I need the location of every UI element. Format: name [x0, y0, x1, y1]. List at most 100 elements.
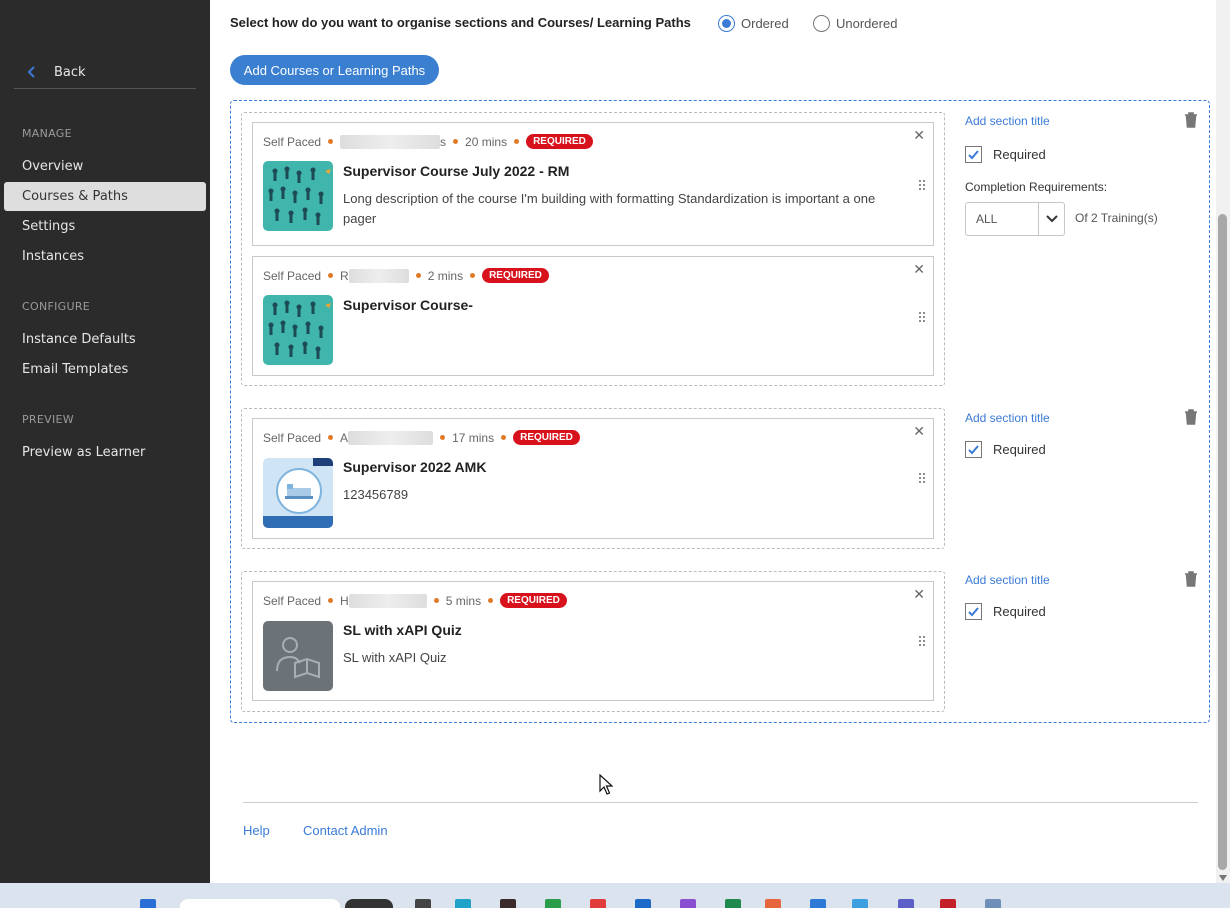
- author-head: H: [340, 593, 349, 608]
- windows-start-icon[interactable]: [140, 899, 156, 908]
- trash-icon[interactable]: [1184, 409, 1198, 425]
- checkbox-checked-icon[interactable]: [965, 603, 982, 620]
- required-checkbox[interactable]: Required: [965, 146, 1046, 163]
- course-card-4[interactable]: Self Paced H 5 mins REQUIRED SL with xAP…: [252, 581, 934, 701]
- course-title[interactable]: Supervisor 2022 AMK: [343, 459, 486, 475]
- drag-handle-icon[interactable]: [917, 635, 927, 647]
- drag-handle-icon[interactable]: [917, 311, 927, 323]
- back-label: Back: [54, 64, 86, 80]
- taskbar-app-icon[interactable]: [940, 899, 956, 908]
- drag-handle-icon[interactable]: [917, 179, 927, 191]
- redacted-author: [348, 268, 409, 283]
- taskbar-app-icon[interactable]: [500, 899, 516, 908]
- remove-course-close-icon[interactable]: ✕: [913, 262, 925, 278]
- back-button[interactable]: Back: [14, 56, 196, 89]
- separator-dot: [501, 435, 507, 440]
- course-duration: 17 mins: [452, 430, 495, 445]
- chevron-down-icon: [1038, 203, 1064, 235]
- required-badge: REQUIRED: [513, 430, 580, 445]
- course-description: SL with xAPI Quiz: [343, 650, 447, 665]
- taskbar-browser-icon[interactable]: [455, 899, 471, 908]
- checkbox-checked-icon[interactable]: [965, 441, 982, 458]
- add-section-title-link[interactable]: Add section title: [965, 573, 1050, 587]
- course-card-1[interactable]: Self Paced s 20 mins REQUIRED Supervisor…: [252, 122, 934, 246]
- footer-divider: [243, 802, 1198, 803]
- radio-ordered[interactable]: Ordered: [718, 15, 789, 32]
- sidebar-item-overview[interactable]: Overview: [4, 152, 206, 181]
- course-meta: Self Paced R 2 mins REQUIRED: [263, 268, 549, 283]
- radio-unordered-dot[interactable]: [813, 15, 830, 32]
- remove-course-close-icon[interactable]: ✕: [913, 128, 925, 144]
- required-checkbox[interactable]: Required: [965, 441, 1046, 458]
- separator-dot: [415, 273, 421, 278]
- scrollbar-thumb[interactable]: [1218, 214, 1227, 870]
- course-thumbnail-people: [263, 295, 333, 365]
- radio-unordered-label: Unordered: [836, 16, 898, 31]
- taskbar-app-icon[interactable]: [635, 899, 651, 908]
- taskbar-widget-icon[interactable]: [345, 899, 393, 908]
- taskbar-app-icon[interactable]: [680, 899, 696, 908]
- taskbar-app-icon[interactable]: [985, 899, 1001, 908]
- trash-icon[interactable]: [1184, 571, 1198, 587]
- sidebar-item-settings[interactable]: Settings: [4, 212, 206, 241]
- remove-course-close-icon[interactable]: ✕: [913, 587, 925, 603]
- author-head: R: [340, 268, 349, 283]
- drag-handle-icon[interactable]: [917, 472, 927, 484]
- sidebar-item-preview-as-learner[interactable]: Preview as Learner: [4, 438, 206, 467]
- add-section-title-link[interactable]: Add section title: [965, 411, 1050, 425]
- taskbar-app-icon[interactable]: [545, 899, 561, 908]
- course-type: Self Paced: [263, 134, 322, 149]
- nav-heading-preview: PREVIEW: [22, 413, 74, 426]
- sidebar-item-instance-defaults[interactable]: Instance Defaults: [4, 325, 206, 354]
- taskbar-search-box[interactable]: [180, 899, 340, 908]
- scroll-down-arrow-icon[interactable]: [1219, 875, 1227, 881]
- vertical-scrollbar[interactable]: [1216, 0, 1230, 883]
- sidebar: Back MANAGE Overview Courses & Paths Set…: [0, 0, 210, 883]
- separator-dot: [328, 435, 334, 440]
- radio-ordered-dot[interactable]: [718, 15, 735, 32]
- sidebar-item-instances[interactable]: Instances: [4, 242, 206, 271]
- sidebar-item-email-templates[interactable]: Email Templates: [4, 355, 206, 384]
- required-label: Required: [993, 604, 1046, 619]
- remove-course-close-icon[interactable]: ✕: [913, 424, 925, 440]
- taskbar-app-icon[interactable]: [898, 899, 914, 908]
- separator-dot: [440, 435, 446, 440]
- taskbar-app-icon[interactable]: [852, 899, 868, 908]
- separator-dot: [514, 139, 520, 144]
- separator-dot: [328, 598, 334, 603]
- separator-dot: [328, 139, 334, 144]
- add-section-title-link[interactable]: Add section title: [965, 114, 1050, 128]
- nav-heading-configure: CONFIGURE: [22, 300, 91, 313]
- radio-ordered-label: Ordered: [741, 16, 789, 31]
- course-duration: 2 mins: [427, 268, 464, 283]
- course-meta: Self Paced A 17 mins REQUIRED: [263, 430, 580, 445]
- author-tail: s: [440, 134, 447, 149]
- help-link[interactable]: Help: [243, 823, 270, 838]
- taskbar-app-icon[interactable]: [765, 899, 781, 908]
- course-thumbnail-reader: [263, 621, 333, 691]
- course-card-2[interactable]: Self Paced R 2 mins REQUIRED Supervisor …: [252, 256, 934, 376]
- checkbox-checked-icon[interactable]: [965, 146, 982, 163]
- course-thumbnail-people: [263, 161, 333, 231]
- radio-unordered[interactable]: Unordered: [813, 15, 897, 32]
- course-title[interactable]: SL with xAPI Quiz: [343, 622, 462, 638]
- add-courses-button[interactable]: Add Courses or Learning Paths: [230, 55, 439, 85]
- course-card-3[interactable]: Self Paced A 17 mins REQUIRED Supervisor…: [252, 418, 934, 539]
- sidebar-item-courses-paths[interactable]: Courses & Paths: [4, 182, 206, 211]
- redacted-author: [348, 593, 427, 608]
- course-title[interactable]: Supervisor Course July 2022 - RM: [343, 163, 569, 179]
- redacted-author: [340, 134, 441, 149]
- taskbar-app-icon[interactable]: [415, 899, 431, 908]
- contact-admin-link[interactable]: Contact Admin: [303, 823, 388, 838]
- course-meta: Self Paced s 20 mins REQUIRED: [263, 134, 593, 149]
- taskbar-app-icon[interactable]: [590, 899, 606, 908]
- completion-select[interactable]: ALL: [965, 202, 1065, 236]
- required-checkbox[interactable]: Required: [965, 603, 1046, 620]
- trainings-count: Of 2 Training(s): [1075, 211, 1158, 225]
- taskbar-app-icon[interactable]: [725, 899, 741, 908]
- taskbar-app-icon[interactable]: [810, 899, 826, 908]
- required-label: Required: [993, 442, 1046, 457]
- separator-dot: [328, 273, 334, 278]
- course-title[interactable]: Supervisor Course-: [343, 297, 473, 313]
- trash-icon[interactable]: [1184, 112, 1198, 128]
